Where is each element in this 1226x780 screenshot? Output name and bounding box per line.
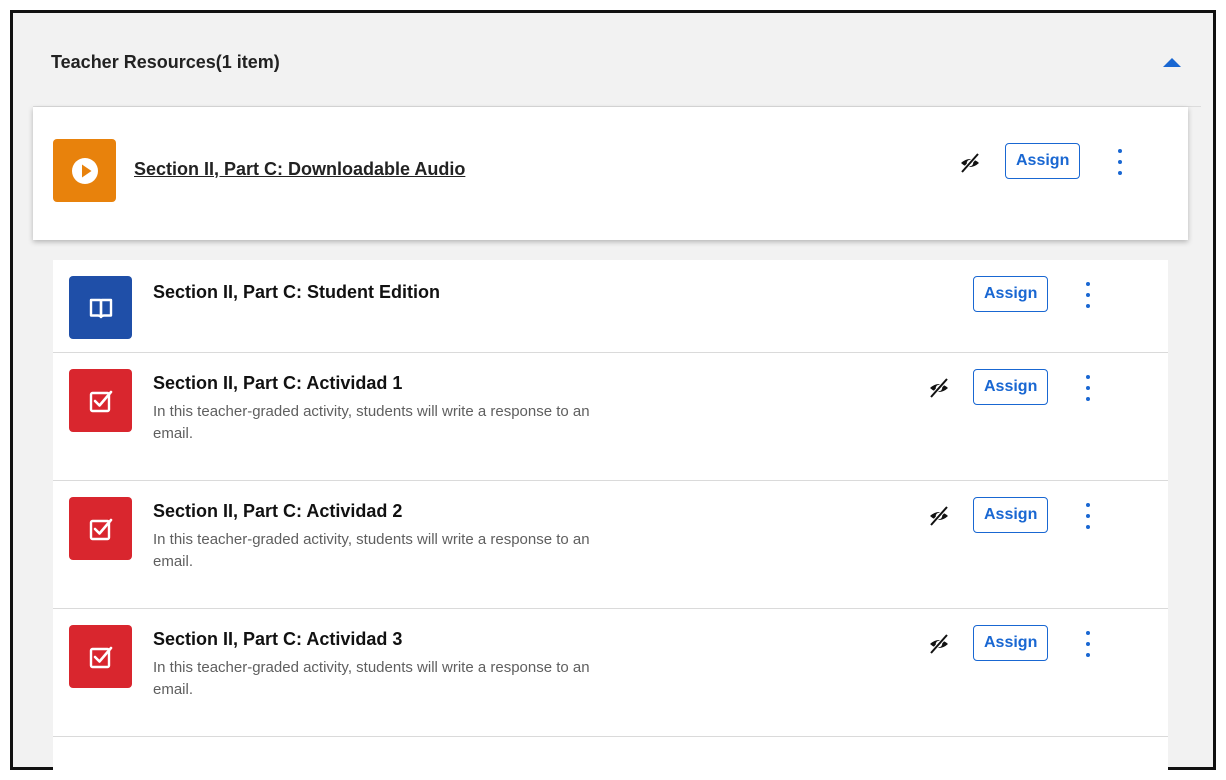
resource-list: Section II, Part C: Student Edition Assi… [53, 260, 1168, 780]
checkbox-icon [69, 625, 132, 688]
list-item: Section II, Part C: Student Edition Assi… [53, 260, 1168, 353]
chevron-up-icon[interactable] [1163, 58, 1181, 67]
assign-button[interactable]: Assign [1005, 143, 1081, 179]
checkbox-icon [69, 369, 132, 432]
play-icon [53, 139, 116, 202]
more-options-icon[interactable] [1115, 149, 1125, 175]
item-title: Section II, Part C: Actividad 3 [153, 629, 403, 649]
list-item: Section II, Part C: Actividad 2 In this … [53, 481, 1168, 609]
more-options-icon[interactable] [1083, 503, 1093, 529]
list-item: Section II, Part C: Actividad 3 In this … [53, 609, 1168, 737]
item-title: Section II, Part C: Student Edition [153, 282, 441, 302]
teacher-resources-header[interactable]: Teacher Resources(1 item) [33, 14, 1201, 107]
item-title: Section II, Part C: Actividad 1 [153, 373, 403, 393]
item-description: In this teacher-graded activity, student… [153, 403, 590, 442]
checkbox-icon [69, 497, 132, 560]
book-icon [69, 276, 132, 339]
eye-slash-icon [929, 505, 949, 527]
assign-button[interactable]: Assign [973, 276, 1049, 312]
item-title: Section II, Part C: Actividad 2 [153, 501, 403, 521]
featured-resource-card: Section II, Part C: Downloadable Audio A… [33, 107, 1188, 240]
list-item: Section II, Part C: Actividad 1 In this … [53, 353, 1168, 481]
item-description: In this teacher-graded activity, student… [153, 659, 590, 698]
assign-button[interactable]: Assign [973, 369, 1049, 405]
more-options-icon[interactable] [1083, 282, 1093, 308]
more-options-icon[interactable] [1083, 631, 1093, 657]
eye-slash-icon [960, 152, 980, 174]
eye-slash-icon [929, 633, 949, 655]
downloadable-audio-link[interactable]: Section II, Part C: Downloadable Audio [134, 159, 465, 180]
more-options-icon[interactable] [1083, 375, 1093, 401]
resources-panel: Teacher Resources(1 item) Section II, Pa… [10, 10, 1216, 780]
section-title: Teacher Resources(1 item) [51, 52, 280, 72]
item-description: In this teacher-graded activity, student… [153, 531, 590, 570]
eye-slash-icon [929, 377, 949, 399]
assign-button[interactable]: Assign [973, 625, 1049, 661]
assign-button[interactable]: Assign [973, 497, 1049, 533]
